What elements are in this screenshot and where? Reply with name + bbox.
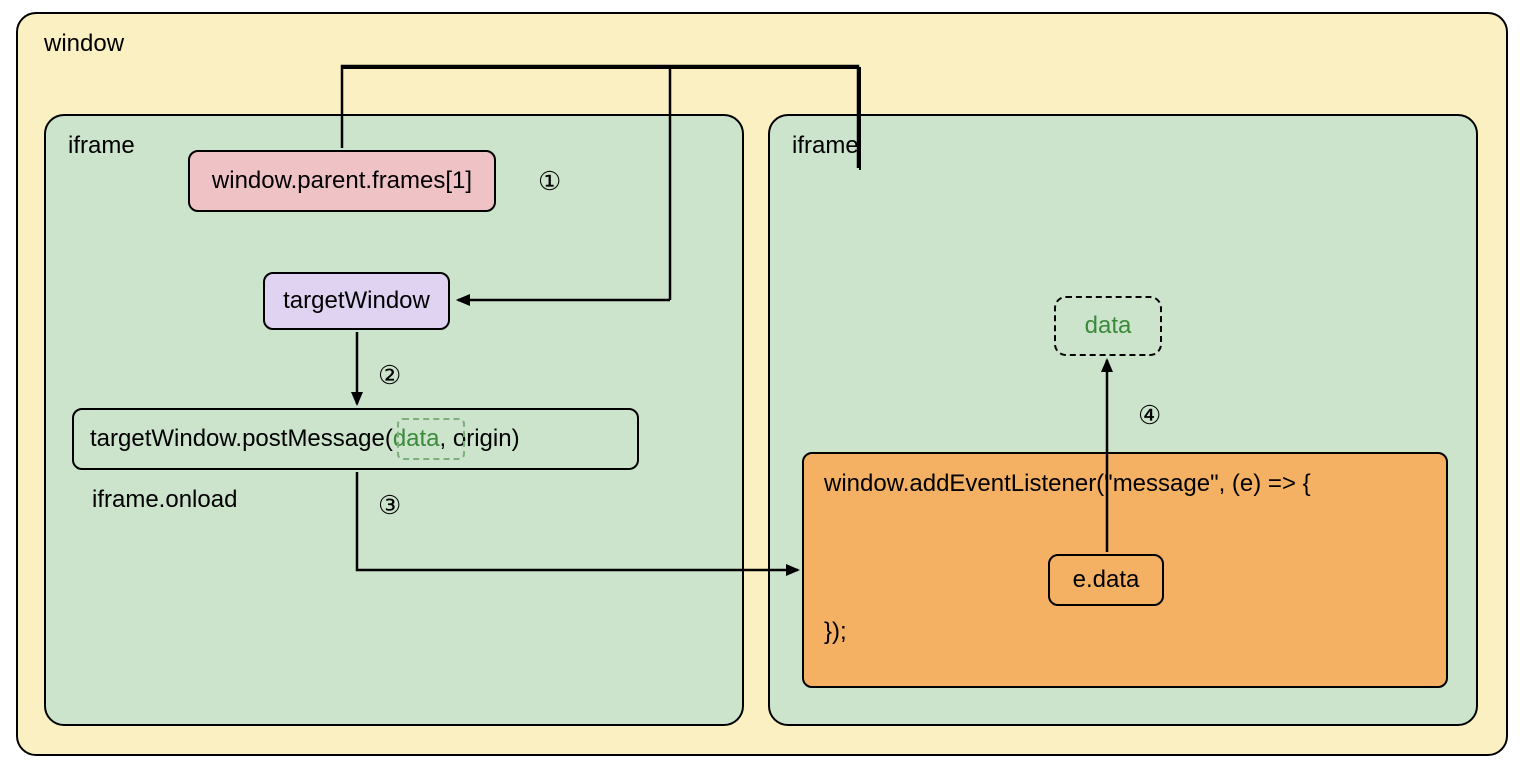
target-window-node: targetWindow (263, 272, 450, 330)
post-message-node: targetWindow.postMessage( data , origin) (72, 408, 639, 470)
step-3: ③ (378, 490, 401, 521)
listener-tail: }); (824, 618, 1426, 646)
step-1: ① (538, 166, 561, 197)
data-node: data (1054, 296, 1162, 356)
e-data-node: e.data (1048, 554, 1164, 606)
parent-frames-text: window.parent.frames[1] (212, 167, 472, 195)
listener-head: window.addEventListener("message", (e) =… (824, 470, 1426, 498)
post-message-prefix: targetWindow.postMessage( (90, 425, 393, 453)
target-window-text: targetWindow (283, 287, 430, 315)
data-node-text: data (1085, 312, 1132, 340)
step-2: ② (378, 360, 401, 391)
diagram-stage: window iframe iframe window.parent.frame… (0, 0, 1524, 768)
iframe-right-label: iframe (792, 132, 859, 160)
window-label: window (44, 30, 124, 58)
post-message-data-outline (397, 418, 465, 460)
e-data-text: e.data (1073, 566, 1140, 594)
iframe-left-label: iframe (68, 132, 135, 160)
step-4: ④ (1138, 400, 1161, 431)
parent-frames-node: window.parent.frames[1] (188, 150, 496, 212)
iframe-onload-label: iframe.onload (92, 486, 237, 514)
